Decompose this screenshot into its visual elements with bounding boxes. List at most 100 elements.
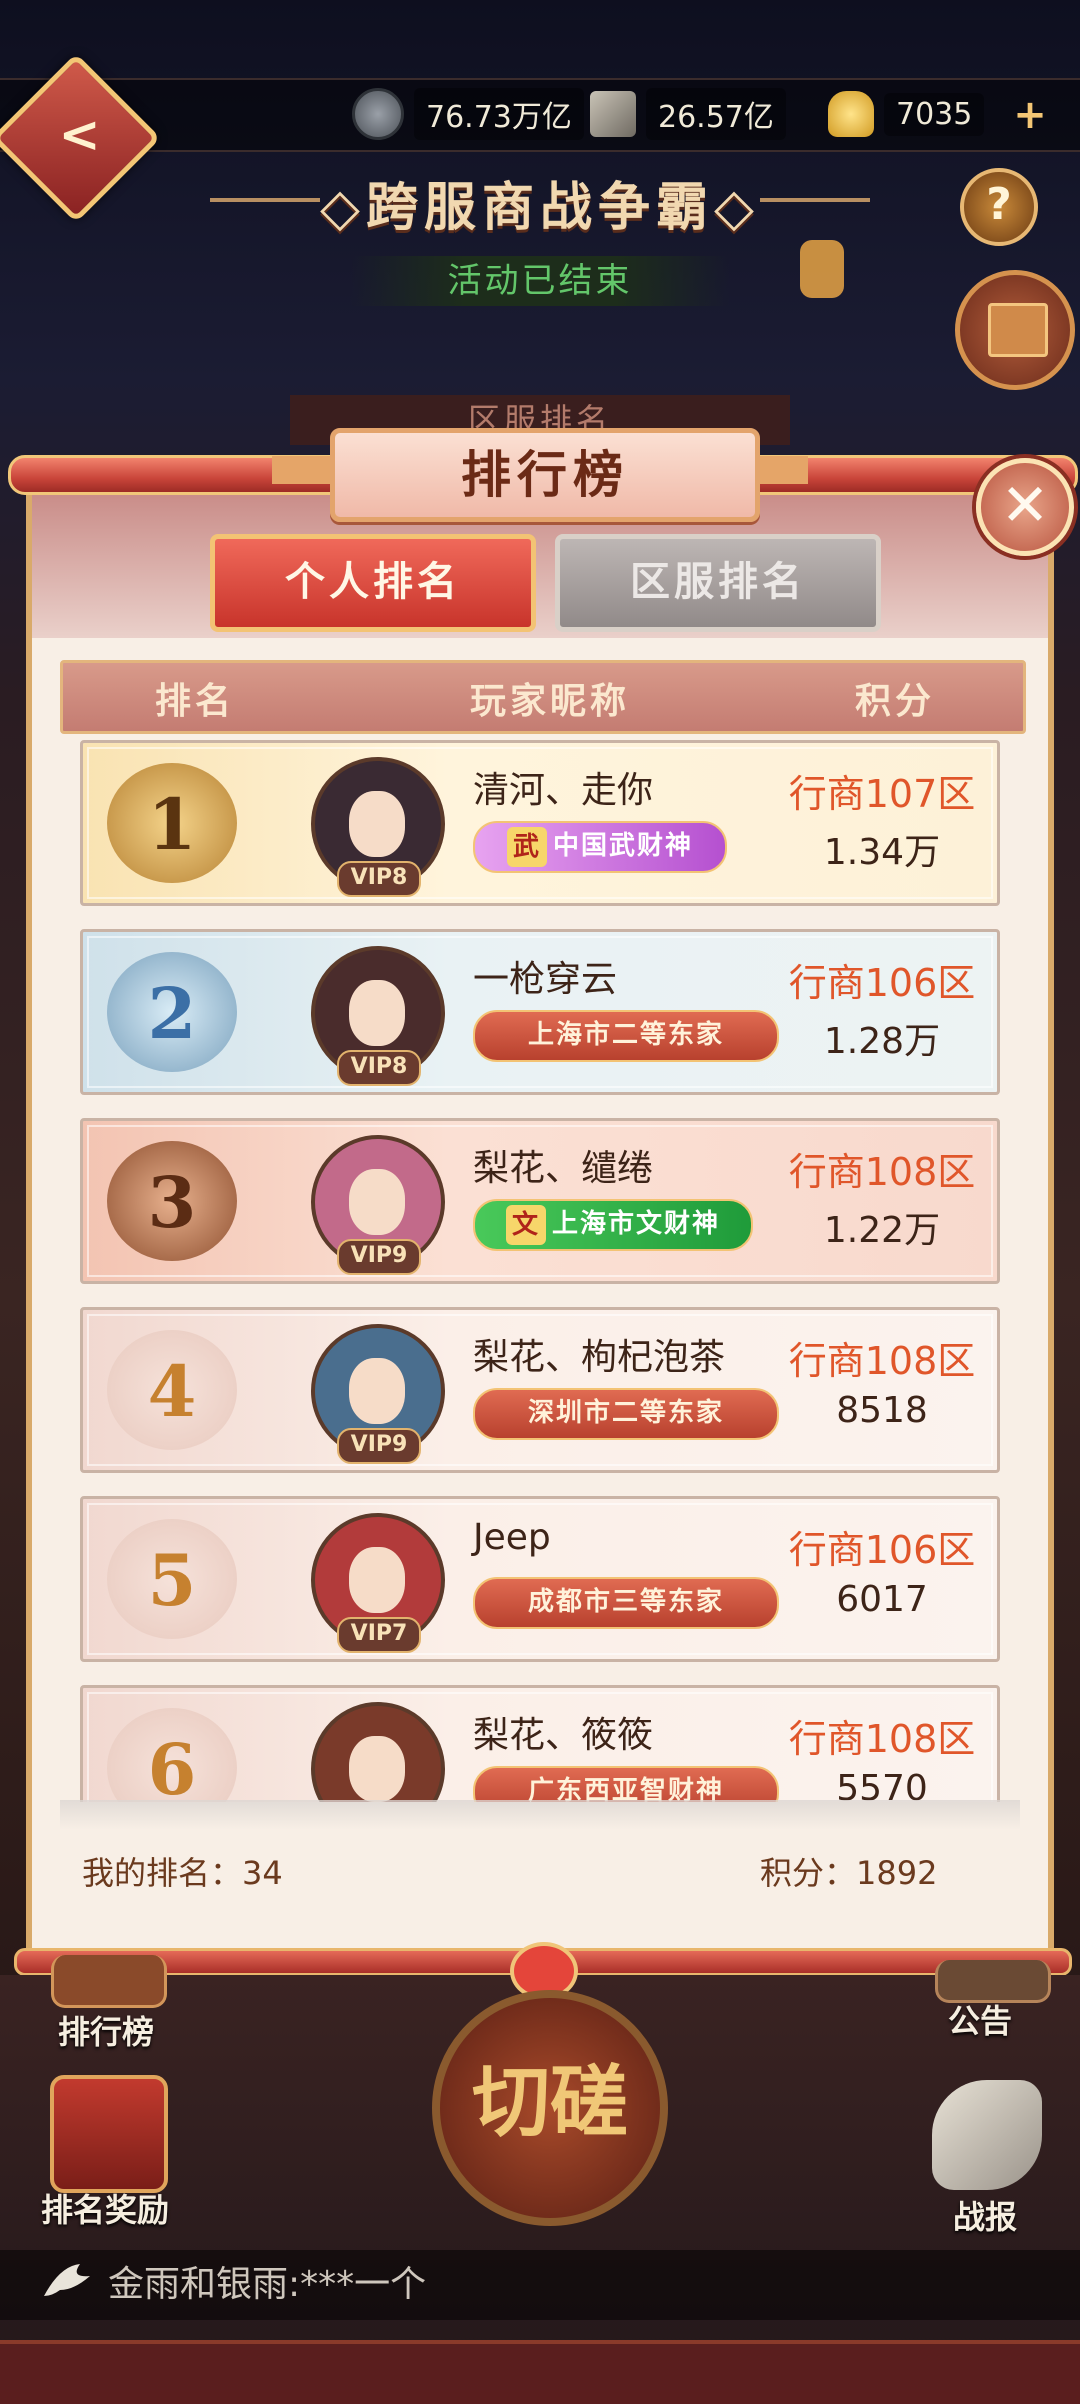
ranking-row[interactable]: 2 VIP8 一枪穿云 上海市二等东家 行商106区 1.28万	[80, 929, 1000, 1095]
notice-button[interactable]: 公告	[920, 1960, 1051, 2040]
rank-number: 1	[147, 783, 197, 866]
player-title-badge: 武中国武财神	[473, 821, 727, 873]
avatar-face	[349, 1358, 405, 1424]
ranking-board-icon	[51, 1955, 167, 2008]
player-title-badge: 深圳市二等东家	[473, 1388, 779, 1440]
my-rank-label: 我的排名：	[82, 1854, 243, 1892]
player-score: 6017	[836, 1579, 928, 1620]
resource-copper: 76.73万亿	[352, 88, 584, 140]
broadcast-text: 金雨和银雨:***一个	[108, 2264, 427, 2305]
gold-ingot-icon	[828, 91, 874, 137]
scroll-book-icon	[590, 91, 636, 137]
player-name: Jeep	[473, 1517, 551, 1558]
avatar-face	[349, 1169, 405, 1235]
avatar-face	[349, 791, 405, 857]
player-name: 梨花、筱筱	[473, 1715, 654, 1756]
avatar-face	[349, 980, 405, 1046]
scroll-value: 26.57亿	[646, 88, 786, 140]
player-name: 梨花、缱绻	[473, 1148, 654, 1189]
sky-lantern-decoration	[800, 240, 844, 298]
server-name: 行商108区	[788, 1150, 976, 1194]
my-score-label: 积分：	[760, 1854, 857, 1892]
player-score: 1.34万	[823, 832, 941, 873]
resource-gold: 7035	[828, 90, 985, 138]
server-name: 行商108区	[788, 1339, 976, 1383]
ranking-row[interactable]: 1 VIP8 清河、走你武中国武财神 行商107区 1.34万	[80, 740, 1000, 906]
gift-box-icon	[988, 303, 1048, 357]
gift-button[interactable]	[955, 270, 1075, 390]
ranking-row[interactable]: 3 VIP9 梨花、缱绻文上海市文财神 行商108区 1.22万	[80, 1118, 1000, 1284]
player-title-text: 中国武财神	[552, 831, 693, 861]
battle-report-label: 战报	[952, 2198, 1017, 2236]
player-name: 梨花、枸杞泡茶	[473, 1337, 726, 1378]
player-score: 8518	[836, 1390, 928, 1431]
rank-number: 4	[147, 1350, 197, 1433]
server-name: 行商107区	[788, 772, 976, 816]
gold-value: 7035	[884, 92, 985, 136]
avatar-face	[349, 1547, 405, 1613]
player-name: 清河、走你	[473, 770, 654, 811]
my-rank: 我的排名：34	[82, 1848, 283, 1894]
list-fade	[60, 1800, 1020, 1830]
ranking-list-label: 排行榜	[57, 2013, 154, 2051]
player-title-badge: 上海市二等东家	[473, 1010, 779, 1062]
vip-badge: VIP8	[337, 861, 421, 897]
panel-title: 排行榜	[330, 428, 760, 522]
copper-coin-icon	[352, 88, 404, 140]
player-name: 一枪穿云	[473, 959, 618, 1000]
player-score: 1.22万	[823, 1210, 941, 1251]
server-name: 行商106区	[788, 1528, 976, 1572]
tab-personal-ranking[interactable]: 个人排名	[210, 534, 536, 632]
close-icon: ✕	[1000, 471, 1050, 539]
my-score-value: 1892	[856, 1854, 938, 1892]
vip-badge: VIP9	[337, 1428, 421, 1464]
ribbon-tip-left	[272, 456, 332, 484]
header-nickname: 玩家昵称	[469, 681, 630, 722]
header-score: 积分	[854, 681, 935, 722]
vip-badge: VIP8	[337, 1050, 421, 1086]
resource-scroll: 26.57亿	[590, 88, 786, 140]
avatar-face	[349, 1736, 405, 1802]
ranking-row[interactable]: 4 VIP9 梨花、枸杞泡茶深圳市二等东家 行商108区 8518	[80, 1307, 1000, 1473]
rank-number: 6	[147, 1728, 197, 1802]
close-button[interactable]: ✕	[976, 458, 1074, 556]
ranking-list[interactable]: 1 VIP8 清河、走你武中国武财神 行商107区 1.34万 2 VIP8 一枪穿云 上海市二…	[72, 732, 1012, 1802]
rank-reward-label: 排名奖励	[40, 2191, 169, 2229]
ranking-row[interactable]: 6 梨花、筱筱广东西亚智财神 行商108区 5570	[80, 1685, 1000, 1802]
my-score: 积分：1892	[760, 1848, 937, 1894]
my-rank-value: 34	[242, 1854, 283, 1892]
player-title-badge: 文上海市文财神	[473, 1199, 753, 1251]
server-name: 行商106区	[788, 961, 976, 1005]
player-title-badge: 成都市三等东家	[473, 1577, 779, 1629]
add-gold-button[interactable]: +	[1010, 95, 1050, 136]
player-score: 1.28万	[823, 1021, 941, 1062]
back-arrow-icon: <	[58, 105, 101, 164]
player-title-text: 深圳市二等东家	[527, 1398, 724, 1428]
treasure-chest-icon	[50, 2075, 168, 2193]
challenge-button[interactable]: 切磋	[432, 1990, 668, 2226]
player-score: 5570	[836, 1768, 928, 1802]
vip-badge: VIP9	[337, 1239, 421, 1275]
event-title: ◇跨服商战争霸◇	[320, 178, 760, 238]
title-emblem: 文	[505, 1204, 546, 1245]
ranking-list-button[interactable]: 排行榜	[46, 1955, 167, 2065]
player-title-badge: 广东西亚智财神	[473, 1766, 779, 1802]
player-title-text: 上海市二等东家	[527, 1020, 724, 1050]
title-emblem: 武	[506, 826, 547, 867]
server-name: 行商108区	[788, 1717, 976, 1761]
battle-report-button[interactable]: 战报	[910, 2080, 1060, 2236]
vip-badge: VIP7	[337, 1617, 421, 1653]
help-button[interactable]: ?	[960, 168, 1038, 246]
rank-number: 3	[147, 1161, 197, 1244]
player-title-text: 广东西亚智财神	[527, 1776, 724, 1802]
question-icon: ?	[986, 179, 1012, 230]
rank-reward-button[interactable]: 排名奖励	[30, 2075, 180, 2229]
player-title-text: 成都市三等东家	[527, 1587, 724, 1617]
dove-icon	[40, 2256, 94, 2310]
bottom-frame	[0, 2340, 1080, 2404]
player-title-text: 上海市文财神	[551, 1209, 720, 1239]
copper-value: 76.73万亿	[414, 88, 584, 140]
ranking-row[interactable]: 5 VIP7 Jeep 成都市三等东家 行商106区 6017	[80, 1496, 1000, 1662]
tab-server-ranking[interactable]: 区服排名	[555, 534, 881, 632]
scroll-report-icon	[932, 2080, 1042, 2190]
